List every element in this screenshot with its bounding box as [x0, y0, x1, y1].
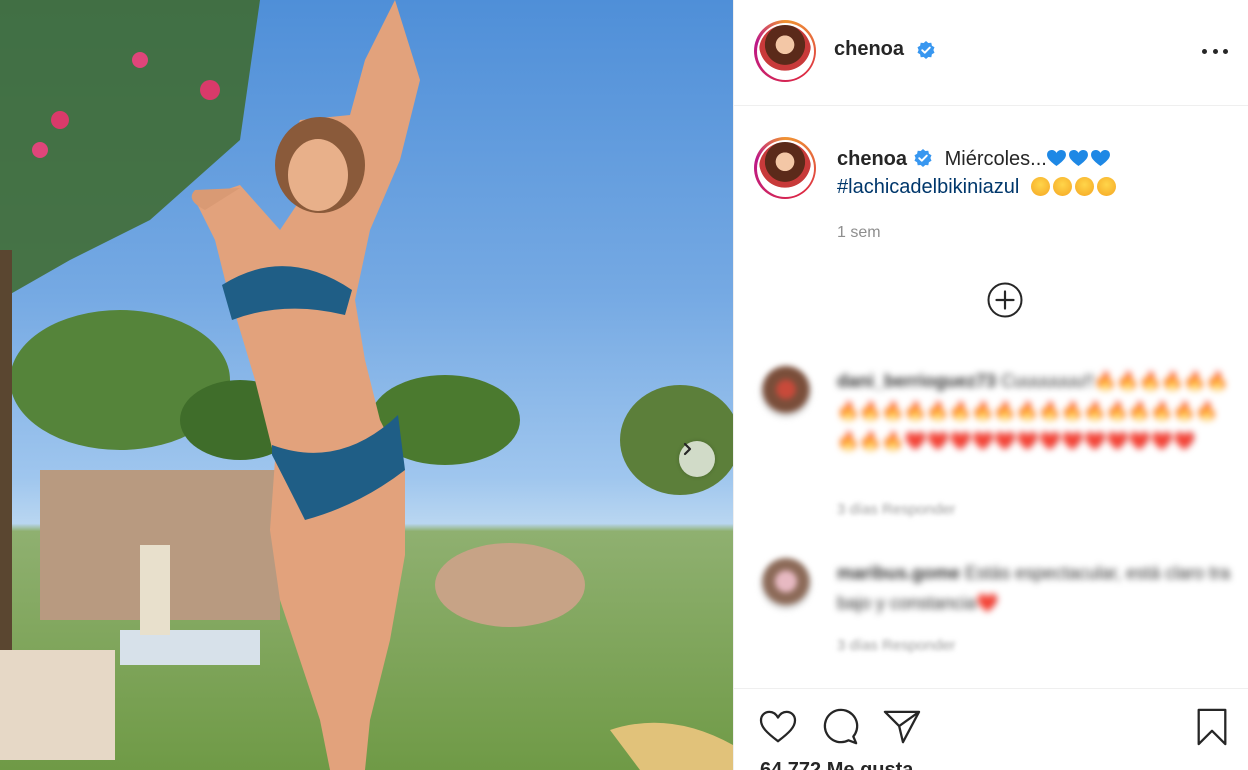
- palm-frond: [610, 722, 733, 770]
- laughing-emoji: [1030, 177, 1050, 196]
- caption-username-link[interactable]: chenoa: [837, 148, 907, 170]
- laughing-emoji: [1074, 177, 1094, 196]
- caption-avatar[interactable]: [754, 137, 816, 199]
- bookmark-icon: [1197, 708, 1227, 746]
- more-options-icon: [1223, 48, 1228, 54]
- post-actions-bar: 64.772 Me gusta: [734, 688, 1248, 770]
- next-photo-button[interactable]: [679, 441, 715, 477]
- blue-heart-emoji: [1090, 150, 1110, 167]
- more-options-icon: [1202, 48, 1207, 54]
- flower-shape: [200, 80, 220, 100]
- avatar[interactable]: [754, 20, 816, 82]
- laughing-emoji: [1096, 177, 1116, 196]
- comment-username[interactable]: maribus.gome: [837, 563, 960, 583]
- blue-heart-emoji: [1046, 150, 1066, 167]
- paper-plane-icon: [883, 710, 921, 744]
- share-button[interactable]: [882, 707, 922, 747]
- more-options-icon: [1212, 48, 1218, 54]
- post-timestamp[interactable]: 1 sem: [837, 224, 881, 242]
- comment-avatar[interactable]: [760, 366, 812, 418]
- tree-trunk: [0, 250, 12, 650]
- flower-shape: [32, 142, 48, 158]
- comment-avatar[interactable]: [760, 558, 812, 610]
- avatar-image: [759, 142, 811, 194]
- blue-heart-emoji: [1068, 150, 1088, 167]
- tree-shape: [620, 385, 733, 495]
- likes-count[interactable]: 64.772 Me gusta: [760, 759, 913, 770]
- caption-body: Miércoles...: [944, 148, 1047, 170]
- post-side-panel: chenoa chenoa Miércoles... #lachicadelbi…: [733, 0, 1248, 770]
- verified-badge-icon: [914, 149, 932, 167]
- fountain: [140, 545, 170, 635]
- post-photo[interactable]: [0, 0, 733, 770]
- more-options-button[interactable]: [1202, 40, 1228, 62]
- avatar-border: [756, 139, 814, 197]
- verified-badge-icon: [917, 41, 935, 59]
- post-photo-illustration: [0, 0, 733, 770]
- laughing-emoji: [1052, 177, 1072, 196]
- heart-icon: [759, 710, 797, 743]
- post-header: chenoa: [734, 0, 1248, 106]
- tiled-bench: [120, 630, 260, 665]
- comment-username[interactable]: dani_berrioguez73: [837, 371, 996, 391]
- hashtag-link[interactable]: #lachicadelbikiniazul: [837, 176, 1019, 198]
- comment-bubble-icon: [823, 708, 859, 745]
- flower-shape: [51, 111, 69, 129]
- flower-shape: [132, 52, 148, 68]
- rock-shape: [435, 543, 585, 627]
- caption-text: chenoa Miércoles... #lachicadelbikiniazu…: [837, 145, 1227, 201]
- avatar-border: [756, 22, 814, 80]
- chevron-right-icon: [683, 442, 692, 456]
- like-button[interactable]: [758, 707, 798, 747]
- username-link[interactable]: chenoa: [834, 38, 904, 61]
- comment-button[interactable]: [820, 707, 860, 747]
- comment-text: dani_berrioguez73 Cuuuuuuu!!🔥🔥🔥🔥🔥🔥🔥🔥🔥🔥🔥🔥…: [837, 366, 1232, 456]
- planter-box: [0, 650, 115, 760]
- add-circle-icon[interactable]: [987, 282, 1023, 318]
- avatar-image: [759, 25, 811, 77]
- comment-meta[interactable]: 3 días Responder: [837, 637, 955, 654]
- comment-meta[interactable]: 3 días Responder: [837, 501, 955, 518]
- save-button[interactable]: [1192, 707, 1232, 747]
- comment-text: maribus.gome Estás espectacular, está cl…: [837, 558, 1232, 618]
